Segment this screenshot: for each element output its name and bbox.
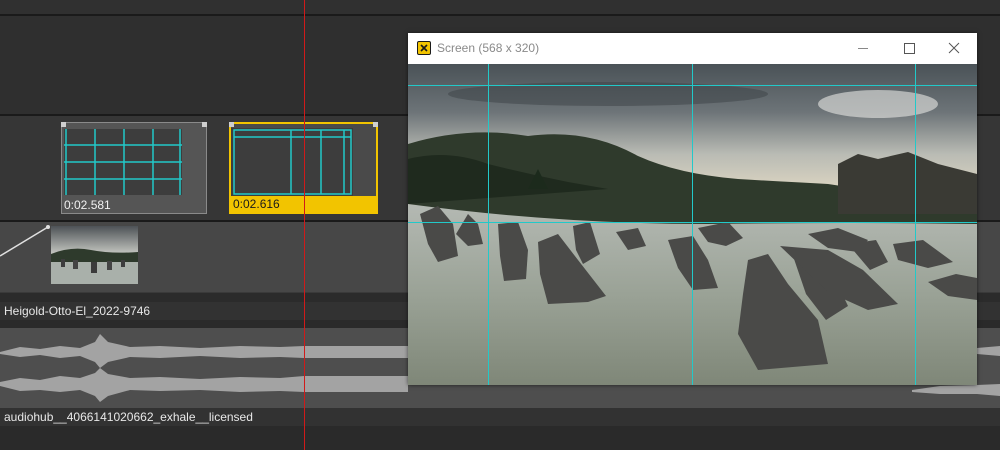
maximize-icon	[904, 43, 915, 54]
minimize-button[interactable]	[840, 33, 886, 64]
close-button[interactable]	[931, 33, 977, 64]
preview-window-titlebar[interactable]: Screen (568 x 320)	[408, 33, 977, 64]
video-clip-thumbnail	[51, 226, 138, 284]
clip-handle-left[interactable]	[229, 122, 234, 127]
guide-line-horizontal[interactable]	[408, 222, 977, 223]
audio-clip-name: audiohub__4066141020662_exhale__licensed	[4, 410, 253, 424]
guide-line-vertical[interactable]	[915, 64, 916, 385]
top-track	[0, 0, 1000, 14]
grid-transition-icon	[64, 129, 182, 195]
guide-line-horizontal[interactable]	[408, 85, 977, 86]
playhead[interactable]	[304, 0, 305, 450]
clip-handle-right[interactable]	[202, 122, 207, 127]
video-clip-name: Heigold-Otto-El_2022-9746	[4, 304, 151, 318]
clip-handle-right[interactable]	[373, 122, 378, 127]
close-icon	[948, 42, 960, 54]
clip-timecode: 0:02.581	[64, 198, 111, 212]
clip-handle-left[interactable]	[61, 122, 66, 127]
guide-line-vertical[interactable]	[692, 64, 693, 385]
transition-clip-grid[interactable]: 0:02.581	[61, 122, 207, 214]
window-title: Screen (568 x 320)	[437, 41, 540, 55]
frame-transition-icon	[233, 129, 352, 195]
audio-clip-label: audiohub__4066141020662_exhale__licensed	[0, 408, 1000, 426]
preview-canvas[interactable]	[408, 64, 977, 385]
maximize-button[interactable]	[886, 33, 932, 64]
transition-thumbnail	[64, 129, 182, 195]
preview-window[interactable]: Screen (568 x 320)	[408, 33, 977, 385]
transition-thumbnail	[231, 128, 353, 196]
minimize-icon	[858, 48, 868, 49]
app-icon	[417, 41, 431, 55]
bottom-empty-area	[0, 426, 1000, 450]
guide-line-vertical[interactable]	[488, 64, 489, 385]
